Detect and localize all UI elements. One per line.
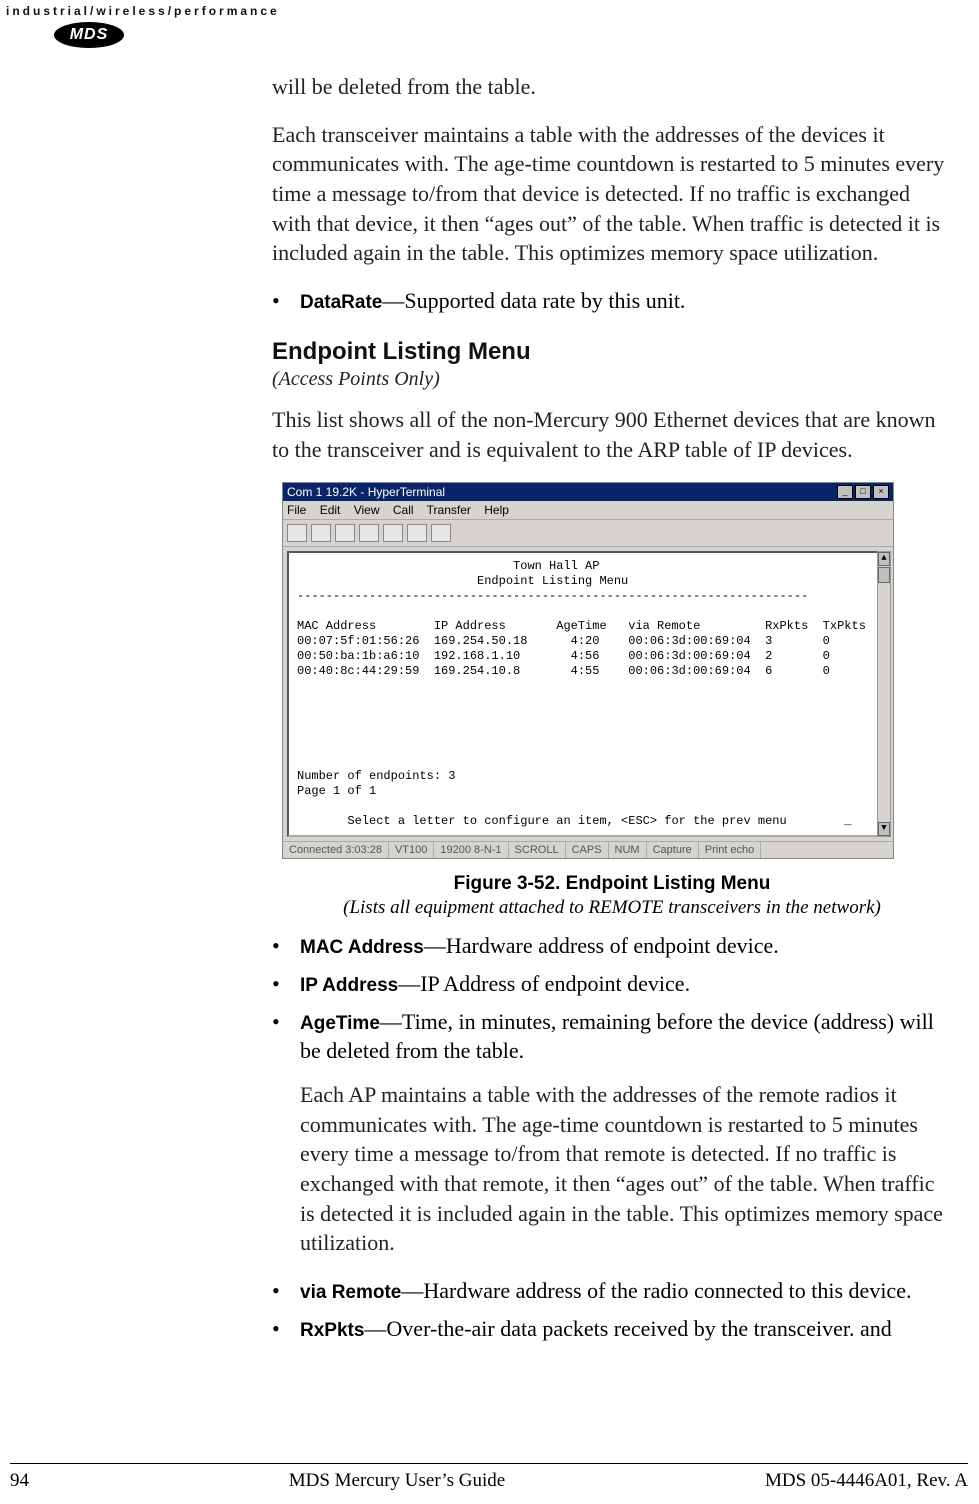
maximize-icon[interactable]: □ — [855, 485, 871, 499]
minimize-icon[interactable]: _ — [837, 485, 853, 499]
figure-caption: Figure 3-52. Endpoint Listing Menu — [272, 873, 952, 895]
desc-agetime: —Time, in minutes, remaining before the … — [300, 1009, 934, 1064]
desc-datarate: —Supported data rate by this unit. — [382, 288, 685, 313]
bullet-dot-icon: • — [272, 1276, 300, 1306]
menu-transfer[interactable]: Transfer — [427, 503, 471, 517]
term-mac-address: MAC Address — [300, 937, 424, 958]
desc-ip-address: —IP Address of endpoint device. — [398, 971, 690, 996]
bullet-datarate: • DataRate—Supported data rate by this u… — [272, 286, 952, 316]
para-ap-table: Each AP maintains a table with the addre… — [300, 1080, 952, 1258]
bullet-dot-icon: • — [272, 931, 300, 961]
status-emulation: VT100 — [389, 842, 434, 858]
term-rxpkts: RxPkts — [300, 1320, 364, 1341]
term-ip-address: IP Address — [300, 975, 398, 996]
tagline: industrial/wireless/performance — [6, 4, 280, 18]
scroll-thumb[interactable] — [878, 567, 890, 583]
menubar: File Edit View Call Transfer Help — [283, 501, 893, 520]
menu-edit[interactable]: Edit — [320, 503, 341, 517]
window-titlebar: Com 1 19.2K - HyperTerminal _ □ × — [283, 483, 893, 501]
bullet-mac-address: • MAC Address—Hardware address of endpoi… — [272, 931, 952, 961]
term-agetime: AgeTime — [300, 1013, 380, 1034]
page-footer: 94 MDS Mercury User’s Guide MDS 05-4446A… — [10, 1463, 968, 1492]
toolbar-new-icon[interactable] — [287, 524, 307, 542]
statusbar: Connected 3:03:28 VT100 19200 8-N-1 SCRO… — [283, 841, 893, 858]
footer-title: MDS Mercury User’s Guide — [289, 1470, 506, 1492]
close-icon[interactable]: × — [873, 485, 889, 499]
toolbar-call-icon[interactable] — [335, 524, 355, 542]
bullet-ip-address: • IP Address—IP Address of endpoint devi… — [272, 969, 952, 999]
window-title: Com 1 19.2K - HyperTerminal — [287, 485, 445, 499]
hyperterminal-window: Com 1 19.2K - HyperTerminal _ □ × File E… — [282, 482, 894, 859]
desc-mac-address: —Hardware address of endpoint device. — [424, 933, 779, 958]
term-via-remote: via Remote — [300, 1282, 401, 1303]
term-datarate: DataRate — [300, 292, 382, 313]
bullet-dot-icon: • — [272, 1314, 300, 1344]
status-port: 19200 8-N-1 — [434, 842, 508, 858]
bullet-dot-icon: • — [272, 286, 300, 316]
page-number: 94 — [10, 1470, 29, 1492]
heading-subtitle: (Access Points Only) — [272, 368, 952, 391]
mds-logo-text: MDS — [70, 26, 109, 44]
bullet-rxpkts: • RxPkts—Over-the-air data packets recei… — [272, 1314, 952, 1344]
toolbar-hangup-icon[interactable] — [359, 524, 379, 542]
para-transceiver-table: Each transceiver maintains a table with … — [272, 120, 952, 268]
menu-file[interactable]: File — [287, 503, 306, 517]
toolbar-send-icon[interactable] — [383, 524, 403, 542]
status-printecho: Print echo — [699, 842, 762, 858]
scroll-down-icon[interactable]: ▼ — [878, 822, 890, 836]
status-num: NUM — [609, 842, 647, 858]
menu-view[interactable]: View — [354, 503, 380, 517]
para-endpoint-intro: This list shows all of the non-Mercury 9… — [272, 405, 952, 464]
footer-revision: MDS 05-4446A01, Rev. A — [765, 1470, 968, 1492]
status-capture: Capture — [647, 842, 699, 858]
status-caps: CAPS — [566, 842, 609, 858]
bullet-dot-icon: • — [272, 969, 300, 999]
toolbar-receive-icon[interactable] — [407, 524, 427, 542]
menu-help[interactable]: Help — [484, 503, 509, 517]
figure-subcaption: (Lists all equipment attached to REMOTE … — [272, 897, 952, 919]
desc-rxpkts: —Over-the-air data packets received by t… — [364, 1316, 891, 1341]
toolbar-open-icon[interactable] — [311, 524, 331, 542]
status-scroll: SCROLL — [509, 842, 566, 858]
menu-call[interactable]: Call — [393, 503, 414, 517]
status-connected: Connected 3:03:28 — [283, 842, 389, 858]
toolbar — [283, 520, 893, 547]
toolbar-properties-icon[interactable] — [431, 524, 451, 542]
desc-via-remote: —Hardware address of the radio connected… — [401, 1278, 911, 1303]
scroll-up-icon[interactable]: ▲ — [878, 552, 890, 566]
para-continued: will be deleted from the table. — [272, 72, 952, 102]
heading-endpoint-listing: Endpoint Listing Menu — [272, 338, 952, 366]
terminal-content: Town Hall AP Endpoint Listing Menu -----… — [287, 551, 879, 837]
scrollbar[interactable]: ▲ ▼ — [877, 551, 891, 837]
bullet-via-remote: • via Remote—Hardware address of the rad… — [272, 1276, 952, 1306]
bullet-agetime: • AgeTime—Time, in minutes, remaining be… — [272, 1007, 952, 1066]
mds-logo: MDS — [54, 22, 124, 48]
bullet-dot-icon: • — [272, 1007, 300, 1066]
